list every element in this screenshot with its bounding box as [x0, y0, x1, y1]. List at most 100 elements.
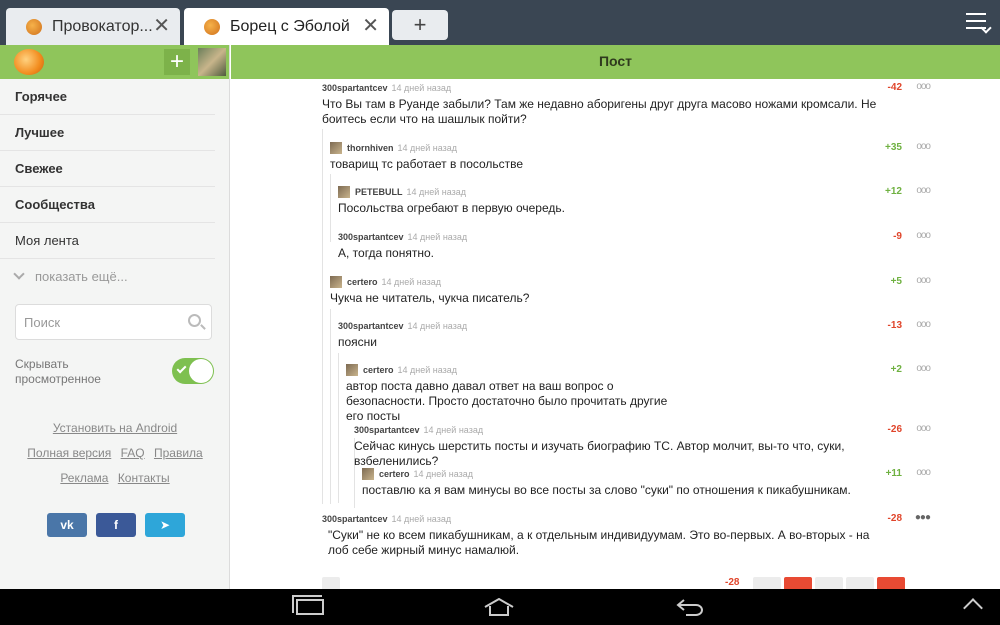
- more-icon[interactable]: ooo: [916, 467, 931, 478]
- hide-viewed-label: Скрывать просмотренное: [15, 357, 101, 386]
- facebook-button[interactable]: f: [96, 513, 136, 537]
- user-avatar[interactable]: [330, 142, 342, 154]
- user-avatar[interactable]: [338, 186, 350, 198]
- comment-author[interactable]: PETEBULL: [355, 187, 403, 197]
- home-icon[interactable]: [484, 598, 514, 616]
- comment: 300spartantcev 14 дней назад "Суки" не ко…: [322, 512, 892, 558]
- ads-link[interactable]: Реклама: [60, 471, 108, 485]
- add-post-button[interactable]: +: [164, 49, 190, 75]
- more-icon[interactable]: ooo: [916, 141, 931, 152]
- more-icon[interactable]: ooo: [916, 185, 931, 196]
- search-icon[interactable]: [188, 314, 201, 327]
- comment: 300spartantcev 14 дней назад поясни: [338, 319, 910, 350]
- sidebar: + Горячее Лучшее Свежее Сообщества Моя л…: [0, 45, 230, 589]
- more-icon[interactable]: ooo: [916, 319, 931, 330]
- comment-text: Что Вы там в Руанде забыли? Там же недав…: [322, 97, 877, 126]
- vk-button[interactable]: vk: [47, 513, 87, 537]
- collapse-button[interactable]: [322, 577, 340, 589]
- more-icon[interactable]: ●●●: [915, 512, 931, 523]
- close-icon[interactable]: ✕: [362, 16, 379, 36]
- recent-apps-icon[interactable]: [292, 595, 324, 615]
- rules-link[interactable]: Правила: [154, 446, 203, 460]
- comment-author[interactable]: certero: [363, 365, 394, 375]
- more-icon[interactable]: ooo: [916, 275, 931, 286]
- comment-text: Посольства огребают в первую очередь.: [338, 201, 565, 215]
- comment-text: А, тогда понятно.: [338, 246, 434, 260]
- post-content: Пост 300spartantcev 14 дней назад Что Вы …: [231, 45, 1000, 589]
- back-icon[interactable]: [676, 598, 704, 616]
- comment-score: -9: [893, 231, 902, 242]
- more-icon[interactable]: ooo: [916, 81, 931, 92]
- check-icon: [176, 363, 187, 374]
- comment-time: 14 дней назад: [397, 143, 458, 153]
- search-placeholder: Поиск: [24, 315, 61, 330]
- nav-item-hot[interactable]: Горячее: [0, 79, 215, 115]
- tab-title: Провокатор...: [52, 17, 153, 35]
- thread-line: [330, 309, 331, 504]
- nav-item-fresh[interactable]: Свежее: [0, 151, 215, 187]
- comment-author[interactable]: certero: [347, 277, 378, 287]
- comment-time: 14 дней назад: [413, 469, 474, 479]
- install-android-link[interactable]: Установить на Android: [53, 421, 177, 435]
- comment: 300spartantcev 14 дней назад Сейчас кинус…: [354, 423, 894, 469]
- comment-score: +12: [885, 186, 902, 197]
- comment-actions: -28: [322, 577, 1000, 589]
- contacts-link[interactable]: Контакты: [118, 471, 170, 485]
- menu-icon[interactable]: [966, 13, 986, 34]
- save-button[interactable]: [815, 577, 843, 589]
- chevron-up-icon[interactable]: [963, 598, 983, 618]
- comment-score: -28: [725, 577, 740, 588]
- comment: certero 14 дней назад Чукча не читатель, …: [330, 275, 910, 306]
- more-icon[interactable]: ooo: [916, 230, 931, 241]
- tab-ebola[interactable]: Борец с Эболой ✕: [184, 8, 389, 45]
- close-icon[interactable]: ✕: [153, 16, 170, 36]
- comment-score: -13: [887, 320, 902, 331]
- comment-time: 14 дней назад: [406, 187, 467, 197]
- thread-line: [322, 129, 323, 504]
- comment-score: +35: [885, 142, 902, 153]
- hide-viewed-toggle[interactable]: [172, 358, 214, 384]
- upvote-button[interactable]: [753, 577, 781, 589]
- comment-text: Чукча не читатель, чукча писатель?: [330, 291, 530, 305]
- nav-item-communities[interactable]: Сообщества: [0, 187, 215, 223]
- link-button[interactable]: [846, 577, 874, 589]
- system-nav-bar: [0, 589, 1000, 625]
- user-avatar[interactable]: [346, 364, 358, 376]
- user-avatar[interactable]: [330, 276, 342, 288]
- pikabu-favicon-icon: [204, 18, 220, 35]
- show-more-button[interactable]: показать ещё...: [0, 259, 215, 295]
- user-avatar[interactable]: [362, 468, 374, 480]
- search-input[interactable]: Поиск: [15, 304, 212, 340]
- full-version-link[interactable]: Полная версия: [27, 446, 111, 460]
- page-title: Пост: [231, 45, 1000, 79]
- comment-author[interactable]: 300spartantcev: [354, 425, 420, 435]
- new-tab-button[interactable]: +: [392, 10, 448, 40]
- faq-link[interactable]: FAQ: [121, 446, 145, 460]
- comment: PETEBULL 14 дней назад Посольства огребаю…: [338, 185, 910, 216]
- pikabu-logo-icon[interactable]: [14, 49, 44, 75]
- comment-author[interactable]: 300spartantcev: [338, 232, 404, 242]
- thread-line: [338, 353, 339, 503]
- more-icon[interactable]: ooo: [916, 363, 931, 374]
- nav-item-my-feed[interactable]: Моя лента: [0, 223, 215, 259]
- comment-author[interactable]: 300spartantcev: [338, 321, 404, 331]
- comment-author[interactable]: certero: [379, 469, 410, 479]
- tab-provocator[interactable]: Провокатор... ✕: [6, 8, 180, 45]
- comment-text: Сейчас кинусь шерстить посты и изучать б…: [354, 439, 845, 468]
- comment-text: поясни: [338, 335, 377, 349]
- comment: thornhiven 14 дней назад товарищ тс работ…: [330, 141, 910, 172]
- comment-score: +5: [890, 276, 902, 287]
- avatar[interactable]: [198, 48, 226, 76]
- comment-author[interactable]: 300spartantcev: [322, 514, 388, 524]
- comment-score: -28: [887, 513, 902, 524]
- telegram-button[interactable]: ➤: [145, 513, 185, 537]
- sidebar-header: +: [0, 45, 229, 79]
- more-icon[interactable]: ooo: [916, 423, 931, 434]
- close-button[interactable]: [877, 577, 905, 589]
- nav-item-best[interactable]: Лучшее: [0, 115, 215, 151]
- comment-author[interactable]: thornhiven: [347, 143, 394, 153]
- downvote-button[interactable]: [784, 577, 812, 589]
- comment: certero 14 дней назад автор поста давно д…: [346, 363, 676, 424]
- comment-author[interactable]: 300spartantcev: [322, 83, 388, 93]
- comment-text: поставлю ка я вам минусы во все посты за…: [362, 483, 851, 497]
